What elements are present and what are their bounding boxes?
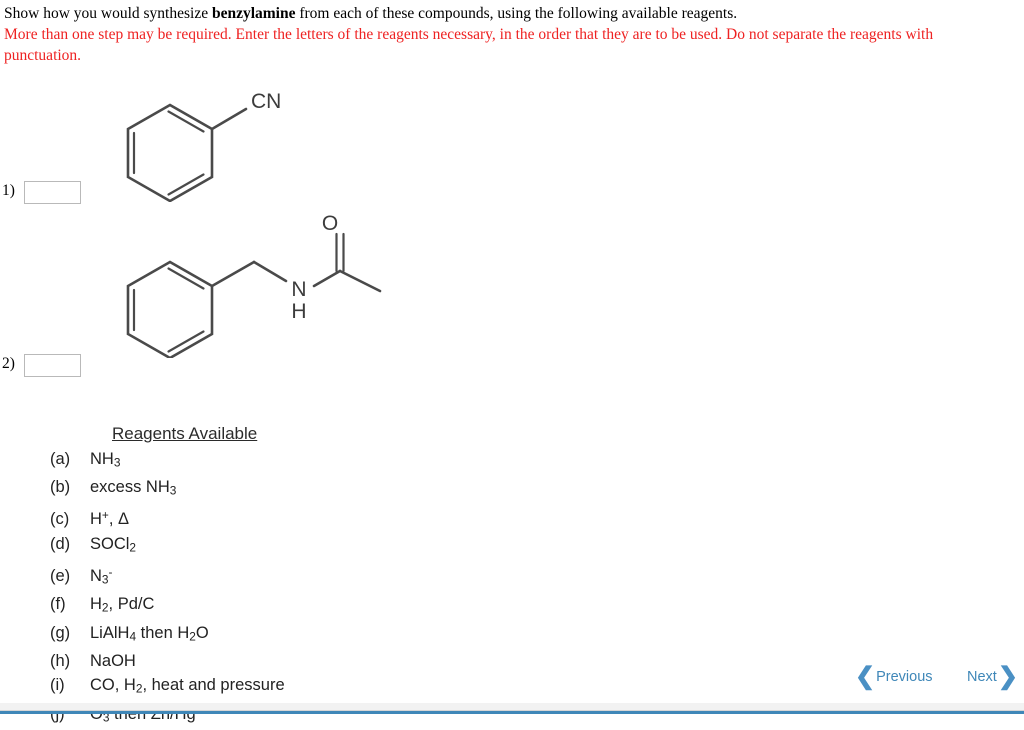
label-h: H xyxy=(291,300,306,323)
reagent-letter: (g) xyxy=(50,623,71,642)
footer-shade xyxy=(0,703,1024,710)
question-1-number: 1) xyxy=(2,182,15,199)
reagent-formula: LiAlH4 then H2O xyxy=(90,623,209,644)
question-2-number: 2) xyxy=(2,355,15,372)
label-cn: CN xyxy=(251,90,281,113)
pagination-nav: ❮ Previous Next ❯ xyxy=(855,663,1018,695)
prompt-line-1: Show how you would synthesize benzylamin… xyxy=(4,3,994,24)
structure-n-benzylacetamide: O N H xyxy=(118,208,398,358)
prompt-instructions-red: More than one step may be required. Ente… xyxy=(4,26,934,64)
reagent-letter: (b) xyxy=(50,478,71,497)
previous-button[interactable]: ❮ Previous xyxy=(855,663,933,690)
reagent-letter: (f) xyxy=(50,595,66,614)
label-o: O xyxy=(322,212,338,235)
reagent-item: (a) NH3 xyxy=(50,447,285,475)
reagents-available-panel: Reagents Available (a) NH3 (b) excess NH3 (c… xyxy=(50,424,285,730)
reagents-list: (a) NH3 (b) excess NH3 (c) H+, Δ (d) SOCl2 (e) N3… xyxy=(50,447,285,730)
answer-input-1[interactable] xyxy=(24,181,81,204)
reagent-formula: excess NH3 xyxy=(90,478,177,498)
reagent-item: (f) H2, Pd/C xyxy=(50,592,285,620)
answer-input-2[interactable] xyxy=(24,354,81,377)
reagent-item: (c) H+, Δ xyxy=(50,503,285,532)
reagent-letter: (a) xyxy=(50,450,71,468)
previous-button-label: Previous xyxy=(876,669,933,685)
reagents-title: Reagents Available xyxy=(112,424,258,443)
reagent-formula: SOCl2 xyxy=(90,534,137,555)
chevron-right-icon: ❯ xyxy=(997,663,1018,690)
reagent-letter: (e) xyxy=(50,567,71,586)
label-n: N xyxy=(291,278,306,301)
reagent-letter: (d) xyxy=(50,534,71,553)
next-button[interactable]: Next ❯ xyxy=(967,663,1018,690)
reagent-item: (b) excess NH3 xyxy=(50,475,285,503)
structure-benzonitrile: CN xyxy=(118,84,308,202)
reagent-item: (g) LiAlH4 then H2O xyxy=(50,621,285,649)
reagent-letter: (h) xyxy=(50,651,71,670)
question-prompt: Show how you would synthesize benzylamin… xyxy=(4,3,994,66)
reagent-formula: CO, H2, heat and pressure xyxy=(90,676,285,696)
reagent-item: (e) N3- xyxy=(50,560,285,592)
reagent-formula: H+, Δ xyxy=(90,508,130,529)
reagent-letter: (i) xyxy=(50,676,65,695)
prompt-target-compound: benzylamine xyxy=(211,5,296,22)
chevron-left-icon: ❮ xyxy=(855,663,876,690)
reagent-item: (i) CO, H2, heat and pressure xyxy=(50,673,285,701)
reagent-formula: H2, Pd/C xyxy=(90,595,155,615)
reagent-formula: NH3 xyxy=(90,450,121,470)
reagent-letter: (c) xyxy=(50,510,70,529)
reagent-item: (h) NaOH xyxy=(50,649,285,674)
prompt-text-after: from each of these compounds, using the … xyxy=(295,5,738,22)
reagent-formula: N3- xyxy=(90,565,113,587)
footer-accent-rule xyxy=(0,710,1024,714)
reagent-item: (d) SOCl2 xyxy=(50,532,285,560)
prompt-text-before: Show how you would synthesize xyxy=(4,5,212,22)
reagent-formula: NaOH xyxy=(90,651,136,670)
next-button-label: Next xyxy=(967,669,997,685)
